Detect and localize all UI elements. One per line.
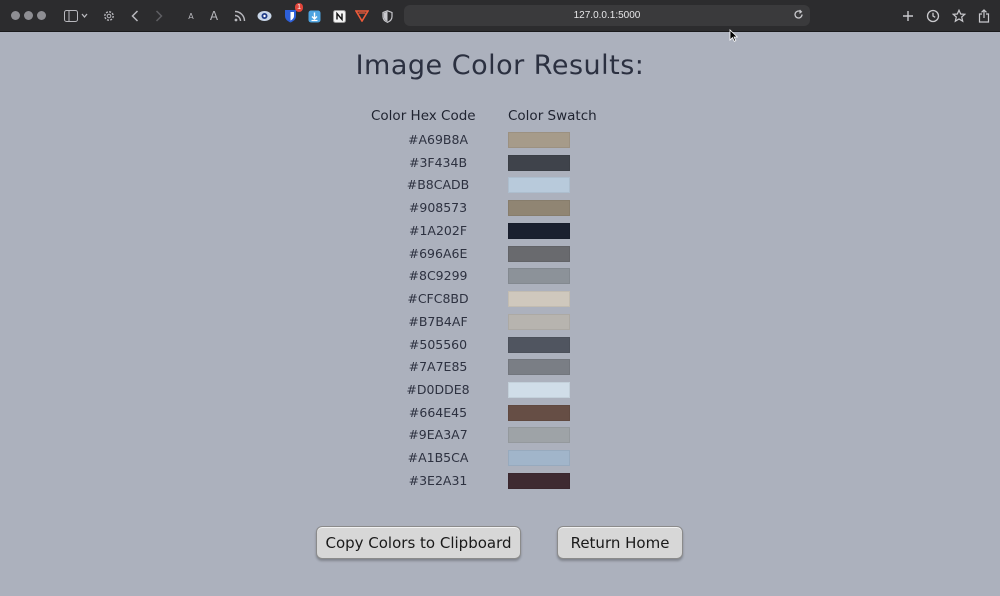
return-home-button[interactable]: Return Home <box>557 526 683 559</box>
history-icon[interactable] <box>924 6 942 26</box>
eye-extension-icon[interactable] <box>256 6 272 26</box>
hex-code-cell: #696A6E <box>408 246 468 261</box>
copy-colors-button[interactable]: Copy Colors to Clipboard <box>316 526 521 559</box>
extension-badge: 1 <box>295 3 303 12</box>
color-swatch <box>508 405 570 421</box>
color-swatch <box>508 268 570 284</box>
gear-icon[interactable] <box>100 6 118 26</box>
reload-icon[interactable] <box>793 9 804 24</box>
download-extension-icon[interactable] <box>306 6 322 26</box>
bookmark-star-icon[interactable] <box>950 6 968 26</box>
address-bar[interactable]: 127.0.0.1:5000 <box>404 5 810 26</box>
color-swatch <box>508 450 570 466</box>
hex-code-cell: #505560 <box>408 337 468 352</box>
back-icon[interactable] <box>128 6 142 26</box>
hex-code-cell: #D0DDE8 <box>406 382 470 397</box>
address-text: 127.0.0.1:5000 <box>573 10 641 21</box>
color-swatch <box>508 223 570 239</box>
new-tab-icon[interactable] <box>900 6 916 26</box>
color-swatch <box>508 359 570 375</box>
hex-code-cell: #B8CADB <box>406 177 470 192</box>
hex-code-cell: #1A202F <box>408 223 468 238</box>
close-window-dot[interactable] <box>11 11 20 20</box>
color-swatch <box>508 427 570 443</box>
color-swatch <box>508 177 570 193</box>
color-swatch <box>508 200 570 216</box>
brave-wallet-extension-icon[interactable] <box>354 6 370 26</box>
rss-icon[interactable] <box>232 6 248 26</box>
zoom-window-dot[interactable] <box>37 11 46 20</box>
color-swatch <box>508 155 570 171</box>
hex-code-cell: #A69B8A <box>407 132 468 147</box>
hex-code-cell: #3E2A31 <box>408 473 468 488</box>
mouse-cursor-icon <box>729 27 739 46</box>
minimize-window-dot[interactable] <box>24 11 33 20</box>
bitwarden-extension-icon[interactable]: 1 <box>282 3 303 26</box>
color-swatch <box>508 291 570 307</box>
page-title: Image Color Results: <box>355 50 645 81</box>
hex-code-cell: #664E45 <box>408 405 468 420</box>
hex-code-cell: #B7B4AF <box>408 314 468 329</box>
color-swatch <box>508 132 570 148</box>
text-smaller-button[interactable]: A <box>185 6 197 26</box>
hex-code-cell: #CFC8BD <box>407 291 469 306</box>
notion-extension-icon[interactable] <box>331 6 347 26</box>
shield-icon[interactable] <box>380 6 394 26</box>
color-swatch <box>508 314 570 330</box>
hex-code-cell: #7A7E85 <box>408 359 468 374</box>
color-swatch <box>508 337 570 353</box>
share-icon[interactable] <box>976 6 992 26</box>
color-swatch <box>508 246 570 262</box>
hex-code-cell: #A1B5CA <box>407 450 469 465</box>
color-swatch <box>508 473 570 489</box>
hex-code-column-header: Color Hex Code <box>371 108 476 124</box>
hex-code-cell: #9EA3A7 <box>408 427 468 442</box>
forward-icon[interactable] <box>152 6 166 26</box>
browser-toolbar: A A 1 127.0.0.1:5000 <box>0 0 1000 32</box>
color-swatch <box>508 382 570 398</box>
hex-code-cell: #3F434B <box>408 155 468 170</box>
swatch-column-header: Color Swatch <box>508 108 597 124</box>
hex-code-cell: #8C9299 <box>408 268 468 283</box>
sidebar-toggle-icon[interactable] <box>61 6 91 26</box>
hex-code-cell: #908573 <box>408 200 468 215</box>
text-larger-button[interactable]: A <box>207 6 221 26</box>
